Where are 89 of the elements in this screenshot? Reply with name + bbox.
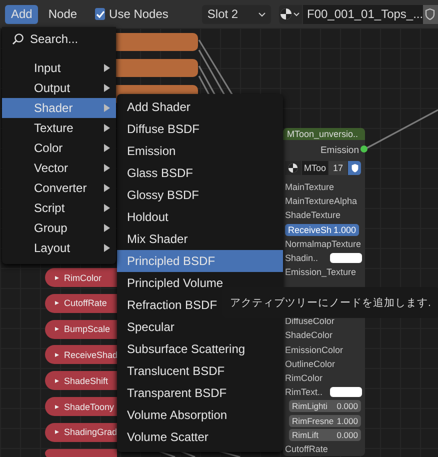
value-slider[interactable]: ReceiveSh 1.000 [285, 224, 359, 236]
value-field[interactable]: RimLift 0.000 [289, 428, 361, 441]
collapse-icon [55, 276, 59, 280]
input-label: MainTextureAlpha [285, 196, 358, 206]
checkbox-label: Use Nodes [109, 7, 168, 21]
collapse-icon [55, 327, 59, 332]
menu-item[interactable]: Volume Scatter [117, 426, 283, 448]
menu-item[interactable]: Volume Absorption [117, 404, 283, 426]
value-field[interactable]: RimFresne 1.000 [289, 414, 361, 427]
menu-item[interactable]: Subsurface Scattering [117, 338, 283, 360]
menu-item[interactable]: Emission [117, 140, 283, 162]
collapse-icon [55, 430, 59, 434]
input-label: DiffuseColor [285, 316, 334, 326]
menu-item[interactable]: Script [2, 198, 116, 218]
node-title: MToon_unversio.. [283, 128, 365, 140]
socket-icon [360, 145, 368, 153]
value-field[interactable]: RimLighti 0.000 [289, 400, 361, 412]
menu-item[interactable]: Layout [2, 238, 116, 258]
fake-user-button[interactable] [423, 4, 438, 24]
menu-item[interactable]: Specular [117, 316, 283, 338]
group-node[interactable] [283, 128, 365, 456]
menu-item[interactable]: Output [2, 78, 116, 98]
submenu-arrow-icon [104, 164, 110, 172]
search-item[interactable]: Search... [2, 29, 116, 49]
menu-button[interactable]: Node [42, 4, 84, 24]
fake-user-button[interactable] [348, 161, 361, 175]
menu-item[interactable]: Glass BSDF [117, 162, 283, 184]
material-browse-button[interactable] [278, 4, 302, 24]
collapse-icon [55, 301, 59, 306]
menu-item[interactable]: Converter [2, 178, 116, 198]
material-sphere-icon [280, 8, 292, 20]
submenu-arrow-icon [104, 184, 110, 192]
menu-item[interactable]: Add Shader [117, 96, 283, 118]
submenu-arrow-icon [104, 144, 110, 152]
value-node[interactable]: ReceiveShad [45, 345, 117, 364]
submenu-arrow-icon [104, 204, 110, 212]
node-group-browse-button[interactable] [285, 161, 301, 175]
collapse-icon [55, 352, 59, 357]
output-label: Emission [320, 144, 359, 156]
color-swatch[interactable] [330, 253, 362, 264]
input-label: RimColor [285, 372, 323, 383]
input-label: MainTexture [285, 182, 334, 192]
user-count-button[interactable]: 17 [329, 161, 347, 175]
input-label: OutlineColor [285, 358, 336, 369]
menu-item[interactable]: Translucent BSDF [117, 360, 283, 382]
submenu-arrow-icon [104, 104, 110, 112]
caret-icon [293, 12, 300, 16]
menu-item[interactable]: Group [2, 218, 116, 238]
input-label: ShadeColor [285, 330, 333, 340]
menu-item[interactable]: Color [2, 138, 116, 158]
value-node[interactable] [45, 448, 117, 457]
material-name-field[interactable]: F00_001_01_Tops_... [303, 4, 423, 24]
checkbox[interactable] [95, 8, 106, 20]
menu-item[interactable]: Diffuse BSDF [117, 118, 283, 140]
collapse-icon [55, 404, 59, 408]
menu-button[interactable]: Add [5, 4, 38, 24]
submenu-arrow-icon [104, 224, 110, 232]
input-label: EmissionColor [285, 344, 344, 355]
search-icon [12, 33, 24, 45]
menu-item[interactable]: Principled BSDF [117, 250, 283, 272]
collapse-icon [55, 378, 59, 383]
value-node[interactable]: ShadeToony [45, 397, 117, 416]
menu-item[interactable]: Holdout [117, 206, 283, 228]
menu-item[interactable]: Texture [2, 118, 116, 138]
submenu-arrow-icon [104, 64, 110, 72]
menu-item[interactable]: Mix Shader [117, 228, 283, 250]
value-node[interactable]: BumpScale [45, 320, 117, 339]
caret-icon [258, 12, 266, 16]
submenu-arrow-icon [104, 124, 110, 132]
input-label: Shadin.. [285, 253, 318, 264]
submenu-arrow-icon [104, 84, 110, 92]
submenu-arrow-icon [104, 244, 110, 252]
value-node[interactable]: ShadingGrad [45, 422, 117, 442]
menu-item[interactable]: Shader [2, 98, 116, 118]
input-label: CutoffRate [285, 444, 328, 454]
value-node[interactable]: ShadeShift [45, 371, 117, 390]
value-node[interactable]: RimColor [45, 268, 117, 287]
menu-item[interactable]: Transparent BSDF [117, 382, 283, 404]
menu-item[interactable]: Input [2, 58, 116, 78]
input-label: NormalmapTexture [285, 238, 362, 249]
value-node[interactable]: CutoffRate [45, 294, 117, 313]
node-group-name-field[interactable]: MToo [302, 161, 328, 175]
color-swatch[interactable] [330, 387, 362, 398]
input-label: ShadeTexture [285, 210, 341, 220]
input-label: Emission_Texture [285, 267, 356, 278]
slot-dropdown[interactable]: Slot 2 [202, 4, 271, 24]
menu-item[interactable]: Glossy BSDF [117, 184, 283, 206]
menu-item[interactable]: Vector [2, 158, 116, 178]
input-label: RimText.. [285, 387, 323, 398]
